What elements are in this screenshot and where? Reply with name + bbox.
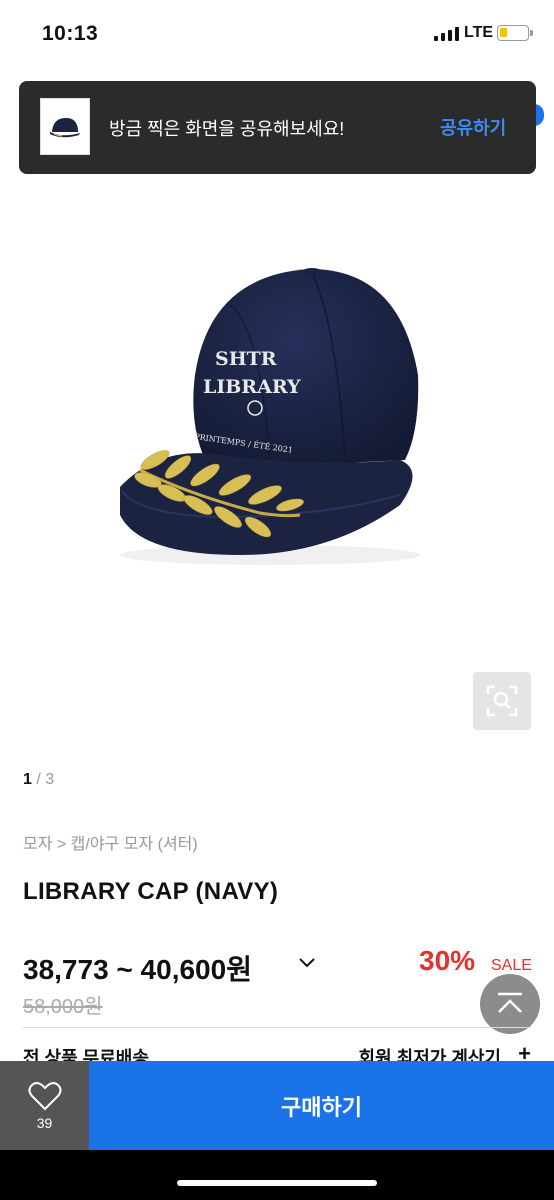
discount-rate: 30% bbox=[419, 945, 476, 976]
image-pager: 1 / 3 bbox=[23, 771, 54, 789]
home-area bbox=[0, 1150, 554, 1200]
arrow-up-icon bbox=[498, 992, 522, 1013]
share-message: 방금 찍은 화면을 공유해보세요! bbox=[109, 119, 345, 139]
scroll-to-top-button[interactable] bbox=[480, 974, 540, 1034]
pager-total: 3 bbox=[45, 771, 55, 788]
price-range: 38,773 ~ 40,600원 bbox=[23, 954, 252, 985]
product-title: LIBRARY CAP (NAVY) bbox=[23, 878, 279, 905]
breadcrumb[interactable]: 모자 > 캡/야구 모자 (셔터) bbox=[23, 830, 198, 854]
zoom-button[interactable] bbox=[473, 672, 531, 730]
original-price: 58,000원 bbox=[23, 996, 103, 1018]
heart-icon bbox=[28, 1081, 61, 1110]
status-time: 10:13 bbox=[42, 22, 99, 45]
cap-text-line2: LIBRARY bbox=[203, 376, 301, 398]
like-count: 39 bbox=[36, 1114, 53, 1131]
zoom-icon bbox=[486, 685, 518, 717]
signal-bars-icon bbox=[434, 27, 459, 41]
battery-icon bbox=[497, 25, 533, 41]
home-indicator[interactable] bbox=[177, 1180, 377, 1186]
status-bar: 10:13 LTE bbox=[0, 0, 554, 70]
cap-text-line1: SHTR bbox=[215, 348, 277, 370]
network-label: LTE bbox=[464, 24, 494, 41]
buy-button[interactable]: 구매하기 bbox=[89, 1061, 554, 1150]
chevron-down-icon[interactable] bbox=[298, 954, 316, 972]
sale-label: SALE bbox=[491, 957, 532, 974]
like-button[interactable]: 39 bbox=[0, 1061, 89, 1150]
pager-separator: / bbox=[31, 771, 46, 788]
screenshot-thumbnail[interactable] bbox=[40, 98, 90, 155]
share-toast: 방금 찍은 화면을 공유해보세요! 공유하기 bbox=[19, 81, 536, 174]
share-button[interactable]: 공유하기 bbox=[440, 114, 506, 140]
pager-current: 1 bbox=[23, 771, 32, 788]
divider bbox=[23, 1027, 531, 1028]
product-image[interactable]: SHTR LIBRARY PRINTEMPS / ÉTÉ 2021 bbox=[100, 255, 450, 585]
